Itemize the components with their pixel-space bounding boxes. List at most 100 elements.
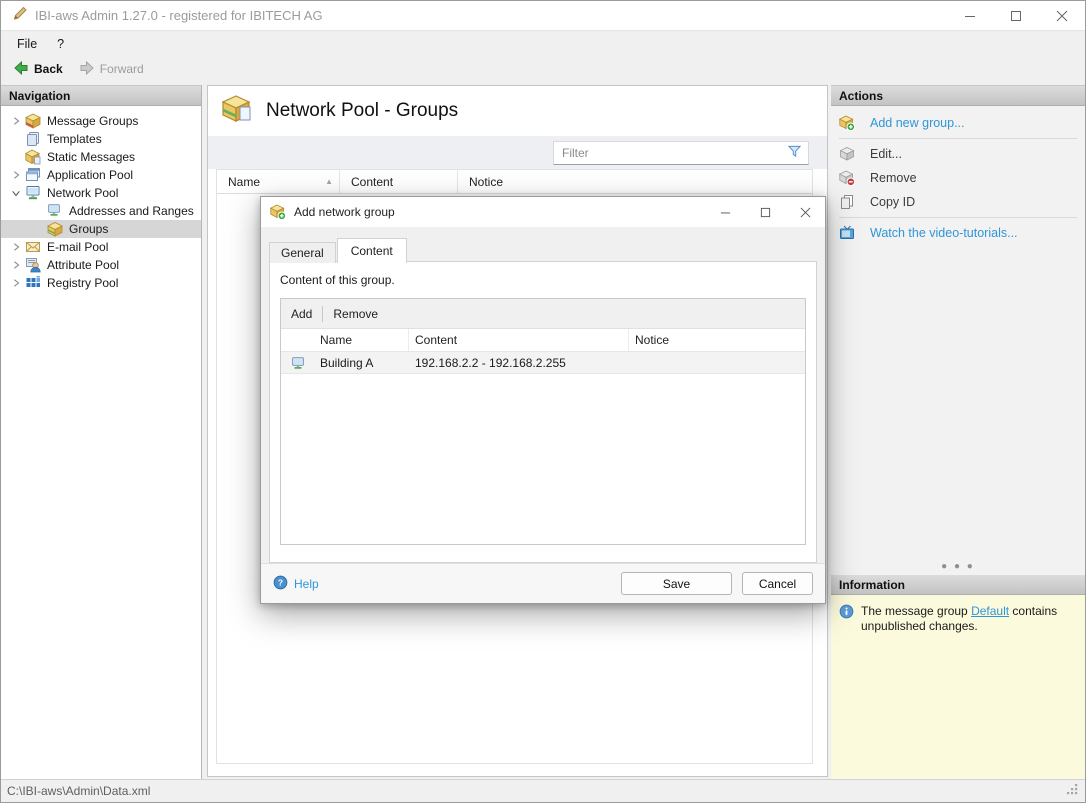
save-button[interactable]: Save [621, 572, 732, 595]
sidebar-item-label: Static Messages [47, 150, 135, 164]
sidebar-item-attribute-pool[interactable]: Attribute Pool [1, 256, 201, 274]
sidebar-item-label: Application Pool [47, 168, 133, 182]
chevron-right-icon[interactable] [7, 276, 25, 290]
edit-icon [839, 146, 855, 162]
maximize-button[interactable] [993, 1, 1039, 30]
help-label: Help [294, 577, 319, 591]
cell-content: 192.168.2.2 - 192.168.2.255 [409, 356, 629, 370]
action-label: Remove [870, 171, 917, 185]
sidebar-item-groups[interactable]: Groups [1, 220, 201, 238]
menu-help[interactable]: ? [47, 31, 74, 56]
splitter-handle[interactable]: ● ● ● [831, 561, 1085, 572]
table-header-row: Name ▲ Content Notice [217, 170, 812, 194]
attribute-pool-icon [25, 257, 41, 273]
table-empty-area [281, 374, 805, 544]
help-link[interactable]: ? Help [273, 575, 319, 593]
default-group-link[interactable]: Default [971, 604, 1009, 618]
sidebar-item-message-groups[interactable]: Message Groups [1, 112, 201, 130]
sidebar-item-label: Network Pool [47, 186, 118, 200]
info-text: The message group [861, 604, 971, 618]
close-button[interactable] [1039, 1, 1085, 30]
icon-column-header [281, 329, 314, 351]
action-watch-video-tutorials[interactable]: Watch the video-tutorials... [831, 222, 1085, 244]
add-button[interactable]: Add [291, 307, 312, 321]
add-group-icon [839, 115, 855, 131]
action-add-new-group[interactable]: Add new group... [831, 112, 1085, 134]
sort-ascending-icon: ▲ [325, 177, 333, 186]
sidebar-item-templates[interactable]: Templates [1, 130, 201, 148]
forward-label: Forward [100, 62, 144, 76]
action-label: Edit... [870, 147, 902, 161]
data-file-path: C:\IBI-aws\Admin\Data.xml [7, 784, 150, 798]
action-edit[interactable]: Edit... [831, 143, 1085, 165]
column-header-content[interactable]: Content [409, 329, 629, 351]
filter-funnel-icon[interactable] [787, 144, 802, 162]
nav-toolbar: Back Forward [1, 56, 1085, 82]
dialog-maximize-button[interactable] [745, 198, 785, 227]
sidebar-item-addresses-and-ranges[interactable]: Addresses and Ranges [1, 202, 201, 220]
groups-page-icon [222, 94, 254, 129]
action-label: Watch the video-tutorials... [870, 226, 1018, 240]
network-address-icon [281, 356, 314, 370]
column-label: Notice [469, 175, 503, 189]
dialog-close-button[interactable] [785, 198, 825, 227]
sidebar-item-label: Attribute Pool [47, 258, 119, 272]
sidebar-item-application-pool[interactable]: Application Pool [1, 166, 201, 184]
tab-general[interactable]: General [269, 242, 336, 263]
help-icon: ? [273, 575, 288, 593]
sidebar-item-label: Templates [47, 132, 102, 146]
application-pool-icon [25, 167, 41, 183]
sidebar-item-label: Message Groups [47, 114, 138, 128]
action-copy-id[interactable]: Copy ID [831, 191, 1085, 213]
chevron-right-icon[interactable] [7, 258, 25, 272]
dialog-tab-panel: Content of this group. Add Remove Name C… [269, 261, 817, 563]
cell-name: Building A [314, 356, 409, 370]
column-header-name[interactable]: Name [314, 329, 409, 351]
column-label: Content [351, 175, 393, 189]
copy-icon [839, 194, 855, 210]
column-header-content[interactable]: Content [340, 170, 458, 193]
dialog-description: Content of this group. [270, 262, 816, 287]
groups-icon [47, 221, 63, 237]
minimize-button[interactable] [947, 1, 993, 30]
sidebar-item-label: Groups [69, 222, 108, 236]
filter-input[interactable] [562, 146, 787, 160]
chevron-right-icon[interactable] [7, 240, 25, 254]
chevron-right-icon[interactable] [7, 114, 25, 128]
chevron-right-icon[interactable] [7, 168, 25, 182]
cancel-button[interactable]: Cancel [742, 572, 813, 595]
forward-button[interactable]: Forward [73, 58, 150, 80]
network-pool-icon [25, 185, 41, 201]
column-header-notice[interactable]: Notice [629, 329, 805, 351]
remove-button[interactable]: Remove [333, 307, 378, 321]
message-groups-icon [25, 113, 41, 129]
sidebar-item-network-pool[interactable]: Network Pool [1, 184, 201, 202]
action-remove[interactable]: Remove [831, 167, 1085, 189]
resize-grip-icon[interactable] [1066, 783, 1079, 799]
menu-file[interactable]: File [1, 31, 47, 56]
sidebar-item-registry-pool[interactable]: Registry Pool [1, 274, 201, 292]
tab-content[interactable]: Content [337, 238, 407, 263]
titlebar: IBI-aws Admin 1.27.0 - registered for IB… [1, 1, 1085, 31]
dialog-footer: ? Help Save Cancel [261, 563, 825, 603]
add-group-icon [270, 204, 286, 220]
back-label: Back [34, 62, 63, 76]
column-header-name[interactable]: Name ▲ [217, 170, 340, 193]
action-label: Copy ID [870, 195, 915, 209]
spacer [7, 132, 25, 146]
column-header-notice[interactable]: Notice [458, 170, 812, 193]
registry-pool-icon [25, 275, 41, 291]
templates-icon [25, 131, 41, 147]
info-icon [839, 604, 855, 770]
tv-icon [839, 225, 855, 241]
sidebar-item-email-pool[interactable]: E-mail Pool [1, 238, 201, 256]
back-button[interactable]: Back [7, 58, 69, 80]
sidebar-item-static-messages[interactable]: Static Messages [1, 148, 201, 166]
table-row-building-a[interactable]: Building A 192.168.2.2 - 192.168.2.255 [281, 352, 805, 374]
dialog-minimize-button[interactable] [705, 198, 745, 227]
back-arrow-icon [13, 60, 29, 79]
dialog-titlebar: Add network group [261, 197, 825, 227]
main-header: Network Pool - Groups [208, 86, 827, 136]
chevron-down-icon[interactable] [7, 186, 25, 200]
addresses-icon [47, 203, 63, 219]
